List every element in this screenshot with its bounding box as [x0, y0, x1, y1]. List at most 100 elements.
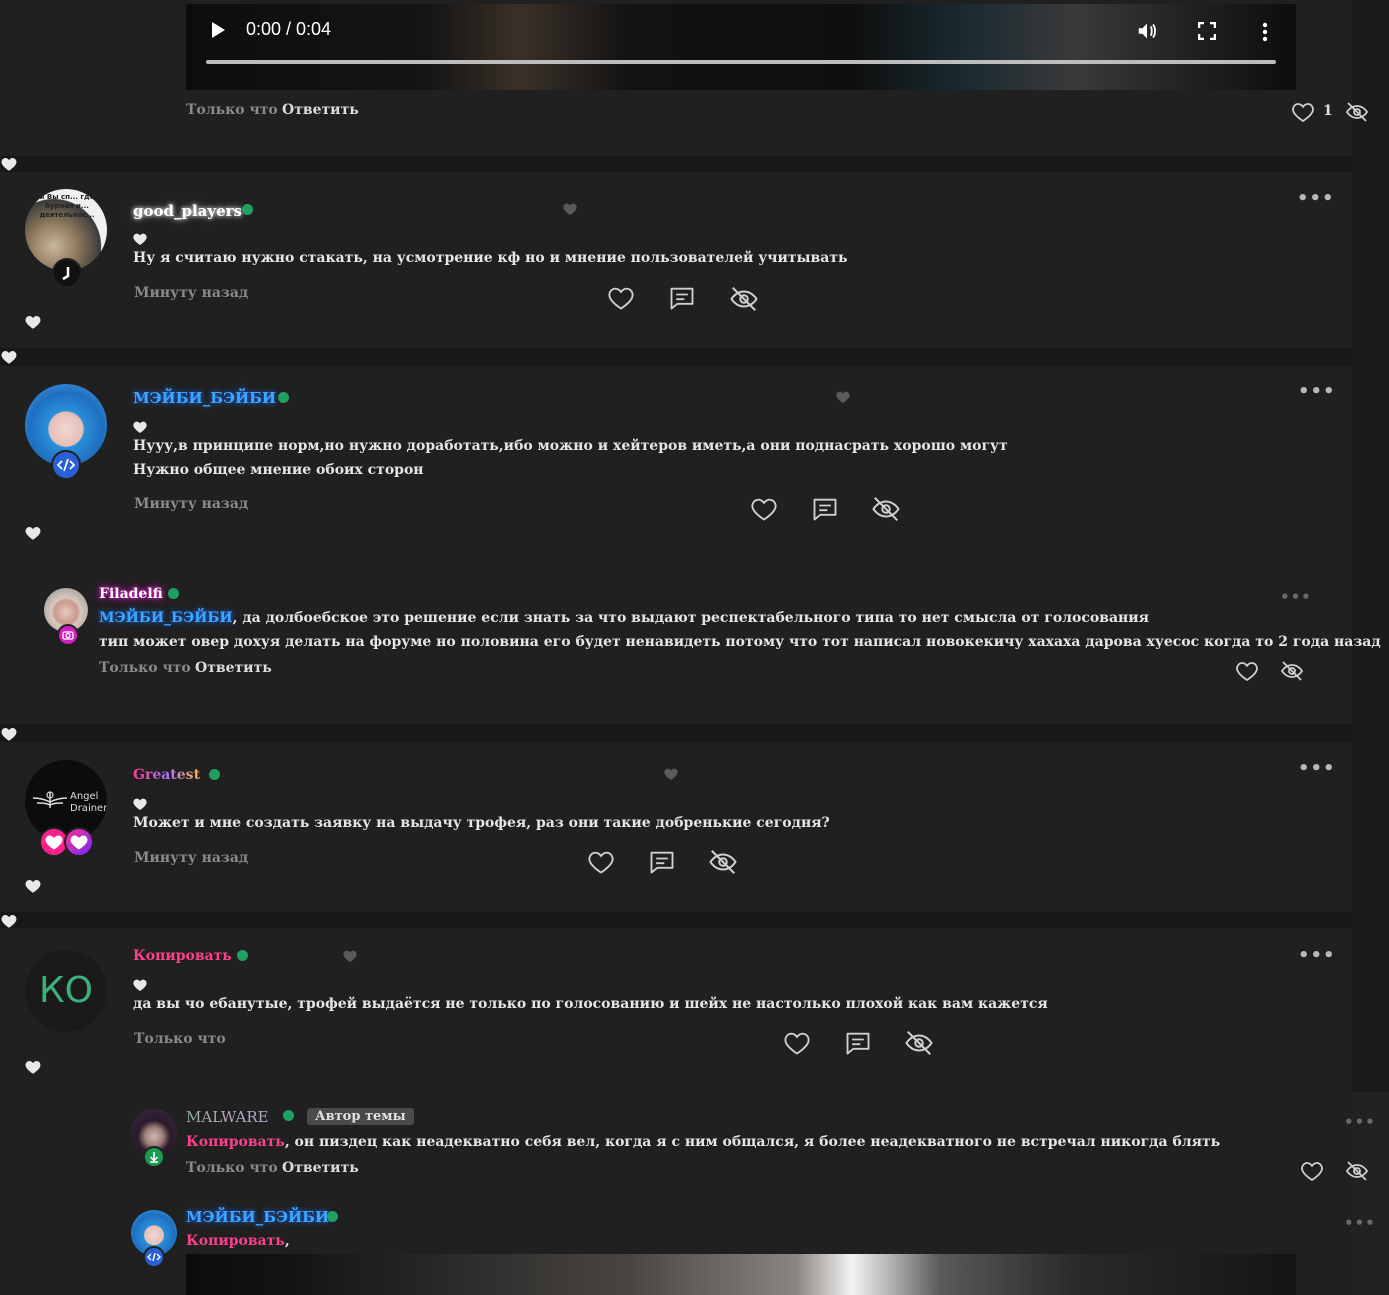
hide-icon[interactable]	[1345, 1159, 1369, 1183]
more-options-button[interactable]: •••	[1298, 945, 1336, 966]
more-options-button[interactable]: •••	[1280, 588, 1312, 606]
reply-text: Копировать, он пиздец как неадекватно се…	[186, 1134, 1220, 1150]
online-indicator	[237, 950, 248, 961]
separator	[0, 348, 1352, 366]
hide-icon[interactable]	[708, 847, 738, 877]
heart-icon	[835, 389, 853, 407]
comment-text: да вы чо ебанутые, трофей выдаётся не то…	[133, 996, 1048, 1012]
like-icon[interactable]	[1300, 1159, 1324, 1183]
online-indicator	[168, 588, 179, 599]
reply-text-rest: , он пиздец как неадекватно себя вел, ко…	[284, 1134, 1221, 1150]
heart-icon	[0, 725, 18, 743]
reply-text-rest: ,	[284, 1233, 290, 1249]
comment-time: Только что	[134, 1031, 226, 1047]
comment-icon[interactable]	[668, 284, 696, 312]
video-progress-track[interactable]	[206, 60, 1276, 64]
mention-link[interactable]: Копировать	[186, 1134, 285, 1150]
separator	[0, 156, 1352, 172]
heart-icon	[0, 155, 18, 173]
reply-text: тип может овер дохуя делать на форуме но…	[99, 634, 1381, 650]
reply-text: Копировать,	[186, 1233, 290, 1249]
like-icon[interactable]	[783, 1029, 811, 1057]
username[interactable]: Greatest	[133, 767, 200, 783]
mention-link[interactable]: МЭЙБИ_БЭЙБИ	[99, 610, 233, 626]
camera-badge-icon	[57, 624, 79, 646]
username[interactable]: МЭЙБИ_БЭЙБИ	[133, 389, 276, 407]
top-like-count: 1	[1323, 103, 1333, 119]
reply-username[interactable]: MALWARE	[186, 1108, 269, 1126]
heart-icon	[132, 419, 150, 437]
avatar[interactable]: КО	[25, 950, 107, 1032]
heart-icon	[24, 313, 42, 331]
video-player[interactable]	[186, 1254, 1296, 1295]
more-options-button[interactable]: •••	[1344, 1214, 1376, 1232]
reply-time: Только что	[186, 1160, 278, 1176]
more-options-button[interactable]: •••	[1344, 1113, 1376, 1131]
reply-text: МЭЙБИ_БЭЙБИ, да долбоебское это решение …	[99, 610, 1149, 626]
video-player[interactable]: 0:00 / 0:04	[186, 4, 1296, 90]
reply-button[interactable]: Ответить	[282, 1160, 359, 1176]
volume-icon[interactable]	[1136, 20, 1158, 46]
heart-icon	[663, 766, 681, 784]
avatar-caption: Drainer	[70, 803, 107, 814]
hide-icon[interactable]	[729, 284, 759, 314]
username[interactable]: good_players	[133, 202, 242, 220]
username[interactable]: Копировать	[133, 948, 232, 964]
reply-username[interactable]: МЭЙБИ_БЭЙБИ	[186, 1208, 329, 1226]
fullscreen-icon[interactable]	[1197, 21, 1217, 44]
heart-icon	[132, 796, 150, 814]
like-icon[interactable]	[607, 284, 635, 312]
heart-icon	[342, 948, 360, 966]
download-badge-icon	[143, 1146, 165, 1168]
angel-logo-icon	[31, 788, 69, 816]
comment-text: Ну я считаю нужно стакать, на усмотрение…	[133, 250, 848, 266]
more-options-button[interactable]: •••	[1298, 758, 1336, 779]
reply-time: Только что	[99, 660, 191, 676]
more-options-button[interactable]: •••	[1297, 188, 1335, 209]
heart-icon	[24, 1058, 42, 1076]
avatar-initials: КО	[39, 970, 93, 1011]
comment-icon[interactable]	[811, 495, 839, 523]
avatar-caption: Angel	[70, 791, 99, 802]
separator	[0, 724, 1352, 742]
top-reply-button[interactable]: Ответить	[282, 102, 359, 118]
avatar-caption: и Вы сп... где бурная и... деятельнос...	[39, 193, 95, 219]
mention-link[interactable]: Копировать	[186, 1233, 285, 1249]
reply-username[interactable]: Filadelfi	[99, 586, 163, 602]
comment-time: Минуту назад	[134, 850, 249, 866]
online-indicator	[242, 204, 253, 215]
like-icon[interactable]	[750, 495, 778, 523]
hide-icon[interactable]	[1280, 659, 1304, 683]
more-options-button[interactable]: •••	[1298, 381, 1336, 402]
video-more-icon[interactable]	[1262, 22, 1268, 46]
play-icon[interactable]	[212, 22, 225, 38]
online-indicator	[209, 769, 220, 780]
reply-button[interactable]: Ответить	[195, 660, 272, 676]
top-reply-time: Только что	[186, 102, 278, 118]
heart-icon	[132, 231, 150, 249]
author-tag: Автор темы	[307, 1108, 414, 1125]
comment-icon[interactable]	[648, 848, 676, 876]
comment-icon[interactable]	[844, 1029, 872, 1057]
hide-icon[interactable]	[904, 1028, 934, 1058]
like-icon[interactable]	[587, 848, 615, 876]
heart-badge-icon	[64, 827, 94, 857]
top-like-icon[interactable]	[1291, 100, 1315, 124]
comment-text: Может и мне создать заявку на выдачу тро…	[133, 815, 830, 831]
online-indicator	[327, 1211, 338, 1222]
code-badge-icon	[51, 450, 81, 480]
comment-text: Нужно общее мнение обоих сторон	[133, 462, 424, 478]
online-indicator	[278, 392, 289, 403]
hide-icon[interactable]	[871, 494, 901, 524]
clock-badge-icon	[52, 258, 82, 288]
separator	[0, 912, 1352, 928]
video-time: 0:00 / 0:04	[246, 19, 332, 39]
code-badge-icon	[143, 1246, 165, 1268]
like-icon[interactable]	[1235, 659, 1259, 683]
comment-text: Нууу,в принципе норм,но нужно доработать…	[133, 438, 1008, 454]
heart-icon	[24, 524, 42, 542]
heart-icon	[0, 348, 18, 366]
top-hide-icon[interactable]	[1345, 100, 1369, 124]
heart-icon	[562, 201, 580, 219]
comment-time: Минуту назад	[134, 496, 249, 512]
